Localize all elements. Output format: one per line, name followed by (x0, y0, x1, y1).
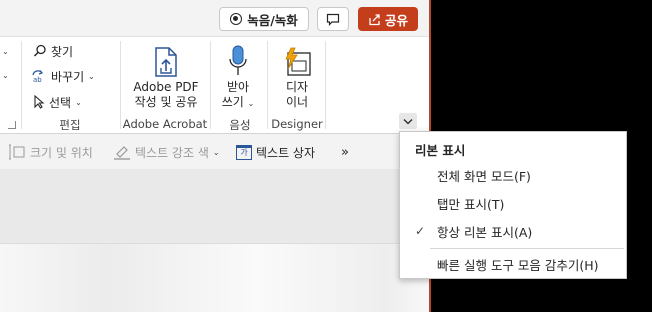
find-label: 찾기 (51, 44, 74, 59)
replace-label: 바꾸기 (51, 69, 85, 84)
chevron-down-icon (403, 118, 413, 124)
cursor-icon (34, 95, 45, 109)
share-button[interactable]: 공유 (358, 7, 418, 31)
highlighter-icon (114, 146, 130, 160)
dialog-launcher-icon[interactable] (8, 121, 16, 129)
powerpoint-window: 녹음/녹화 공유 ⌄ ⌄ 찾기 ab 바꾸기 ⌄ 선택 ⌄ 편집 Adobe P… (0, 0, 429, 312)
voice-group-label: 음성 (229, 118, 251, 132)
microphone-icon (229, 45, 247, 75)
format-toolbar: 크기 및 위치 텍스트 강조 색 ⌄ 가 텍스트 상자 » (0, 135, 429, 169)
chevron-down-icon: ⌄ (88, 71, 95, 81)
checkmark-icon: ✓ (415, 224, 426, 238)
slide-canvas[interactable] (0, 243, 429, 312)
editing-group-label: 편집 (59, 118, 81, 132)
group-divider (325, 41, 326, 129)
group-divider (210, 41, 211, 129)
record-icon (230, 13, 243, 25)
adobe-pdf-label-1: Adobe PDF (133, 80, 199, 94)
record-button[interactable]: 녹음/녹화 (219, 7, 309, 31)
group-divider (120, 41, 121, 129)
menu-item-hide-quick-access-toolbar[interactable]: 빠른 실행 도구 모음 감추기(H) (400, 251, 626, 277)
menu-item-label: 전체 화면 모드(F) (437, 168, 531, 184)
select-button[interactable]: 선택 ⌄ (33, 92, 82, 112)
select-label: 선택 (49, 95, 72, 110)
text-box-icon: 가 (236, 144, 252, 160)
record-label: 녹음/녹화 (247, 12, 298, 28)
more-commands-button[interactable]: » (341, 143, 349, 161)
menu-separator (430, 248, 624, 249)
ribbon-display-menu: 리본 표시 전체 화면 모드(F) 탭만 표시(T) ✓ 항상 리본 표시(A)… (399, 131, 627, 279)
ribbon: ⌄ ⌄ 찾기 ab 바꾸기 ⌄ 선택 ⌄ 편집 Adobe PDF 작성 및 공… (0, 36, 429, 134)
comment-icon (326, 13, 340, 26)
menu-item-label: 빠른 실행 도구 모음 감추기(H) (437, 257, 599, 273)
designer-label-2: 이너 (285, 95, 309, 109)
group-divider (267, 41, 268, 129)
slide-editing-area (0, 169, 429, 312)
designer-button[interactable]: 디자 이너 (275, 41, 319, 110)
menu-header: 리본 표시 (415, 143, 466, 158)
share-icon (369, 13, 380, 25)
chevron-down-icon: ⌄ (75, 97, 82, 107)
search-icon (33, 44, 46, 57)
adobe-group-label: Adobe Acrobat (122, 117, 208, 131)
pdf-share-icon (155, 47, 177, 77)
size-position-label: 크기 및 위치 (30, 145, 93, 160)
replace-button[interactable]: ab 바꾸기 ⌄ (31, 66, 95, 86)
ribbon-display-options-button[interactable] (399, 113, 417, 129)
resize-icon (9, 144, 25, 160)
find-button[interactable]: 찾기 (33, 41, 73, 61)
dictate-label-2: 쓰기 ⌄ (221, 95, 255, 109)
menu-item-full-screen-mode[interactable]: 전체 화면 모드(F) (400, 162, 626, 188)
svg-text:ab: ab (33, 76, 42, 83)
title-bar: 녹음/녹화 공유 (0, 0, 429, 36)
share-label: 공유 (384, 12, 408, 28)
replace-icon: ab (32, 70, 44, 83)
adobe-pdf-label-2: 작성 및 공유 (134, 95, 198, 109)
text-box-label: 텍스트 상자 (256, 145, 316, 160)
more-icon: » (341, 144, 349, 160)
size-position-button[interactable]: 크기 및 위치 (8, 143, 93, 161)
menu-item-always-show-ribbon[interactable]: ✓ 항상 리본 표시(A) (400, 218, 626, 244)
chevron-down-icon: ⌄ (212, 147, 220, 157)
designer-icon (285, 47, 311, 76)
menu-item-label: 항상 리본 표시(A) (437, 224, 533, 240)
menu-item-label: 탭만 표시(T) (437, 196, 505, 212)
comments-button[interactable] (317, 7, 349, 31)
text-box-button[interactable]: 가 텍스트 상자 (236, 143, 315, 161)
chevron-down-icon[interactable]: ⌄ (2, 47, 9, 56)
designer-label-1: 디자 (285, 80, 309, 94)
chevron-down-icon[interactable]: ⌄ (2, 71, 9, 80)
menu-item-show-tabs-only[interactable]: 탭만 표시(T) (400, 190, 626, 216)
group-divider (21, 41, 22, 129)
text-highlight-label: 텍스트 강조 색 (135, 145, 209, 160)
designer-group-label: Designer (271, 117, 323, 131)
dictate-label-1: 받아 (226, 80, 250, 94)
dictate-button[interactable]: 받아 쓰기 ⌄ (216, 41, 260, 111)
adobe-pdf-button[interactable]: Adobe PDF 작성 및 공유 (124, 41, 208, 110)
text-highlight-button[interactable]: 텍스트 강조 색 ⌄ (113, 143, 220, 161)
